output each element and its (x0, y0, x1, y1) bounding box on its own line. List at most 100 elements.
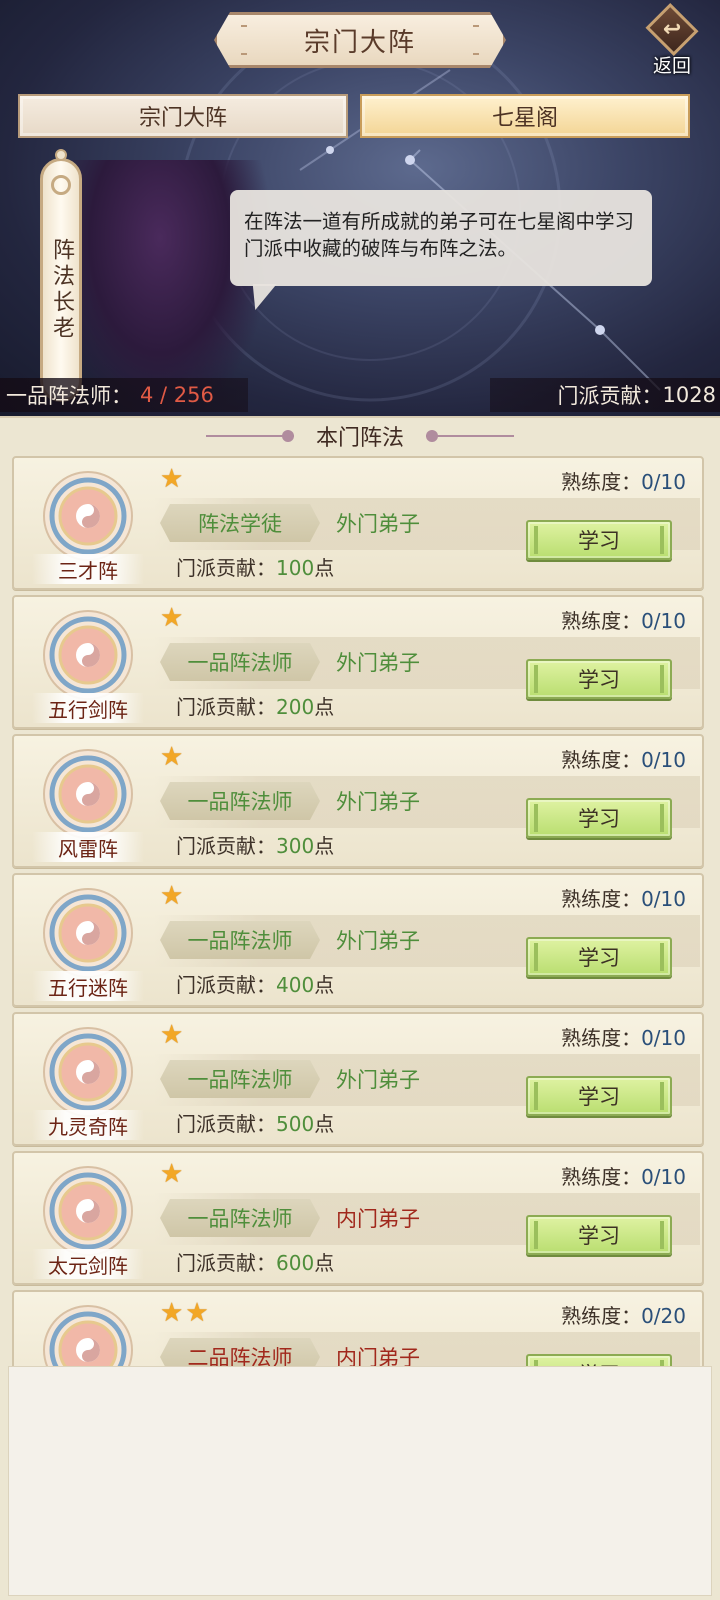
points-suffix: 点 (314, 695, 335, 719)
bottom-blank-area (8, 1366, 712, 1596)
formation-list[interactable]: 三才阵 ★ 熟练度：0/10 阵法学徒 外门弟子 门派贡献：100点 学习 五行剑阵 ★ 熟练度：… (12, 456, 704, 1396)
contribution-cost-label: 门派贡献： (176, 1112, 276, 1136)
contribution-stat: 门派贡献： 1028 (490, 378, 720, 412)
formation-panel: 本门阵法 三才阵 ★ 熟练度：0/10 阵法学徒 外门弟子 门派贡献：100点 学习 五行剑阵… (0, 416, 720, 1600)
proficiency-label: 熟练度： (561, 470, 642, 494)
proficiency-value: 0/10 (641, 887, 686, 911)
contribution-cost-label: 门派贡献： (176, 695, 276, 719)
contribution-cost-label: 门派贡献： (176, 556, 276, 580)
proficiency-label: 熟练度： (561, 1165, 642, 1189)
contribution-cost-value: 200 (276, 695, 315, 719)
formation-name: 五行迷阵 (32, 971, 144, 1001)
contribution-cost-value: 400 (276, 973, 315, 997)
disciple-requirement: 内门弟子 (336, 1207, 420, 1231)
formation-emblem-icon (42, 1026, 134, 1118)
star-icon: ★ (185, 1298, 209, 1328)
learn-button[interactable]: 学习 (526, 937, 672, 977)
star-icon: ★ (160, 1298, 184, 1328)
rank-requirement: 一品阵法师 (160, 643, 320, 681)
star-icon: ★ (160, 1159, 184, 1189)
rank-stat: 一品阵法师： 4 / 256 (0, 378, 248, 412)
star-icon: ★ (160, 603, 184, 633)
star-rating: ★ (160, 466, 183, 492)
panel-title: 本门阵法 (315, 426, 404, 451)
proficiency-label: 熟练度： (561, 887, 642, 911)
learn-button[interactable]: 学习 (526, 659, 672, 699)
tab-seven-star-pavilion[interactable]: 七星阁 (360, 94, 690, 138)
disciple-requirement: 外门弟子 (336, 790, 420, 814)
rank-requirement: 一品阵法师 (160, 1060, 320, 1098)
learn-button[interactable]: 学习 (526, 798, 672, 838)
page-title: 宗门大阵 (214, 12, 506, 68)
rank-requirement: 一品阵法师 (160, 782, 320, 820)
star-rating: ★ (160, 1161, 183, 1187)
formation-card[interactable]: 太元剑阵 ★ 熟练度：0/10 一品阵法师 内门弟子 门派贡献：600点 学习 (12, 1151, 704, 1285)
formation-emblem-icon (42, 1165, 134, 1257)
formation-name: 三才阵 (32, 554, 144, 584)
proficiency-label: 熟练度： (561, 1304, 642, 1328)
proficiency: 熟练度：0/10 (561, 1161, 686, 1190)
star-rating: ★ (160, 744, 183, 770)
points-suffix: 点 (314, 1251, 335, 1275)
points-suffix: 点 (314, 1112, 335, 1136)
contribution-cost: 门派贡献：500点 (176, 1108, 334, 1137)
contribution-cost-label: 门派贡献： (176, 1251, 276, 1275)
contribution-cost: 门派贡献：300点 (176, 830, 334, 859)
rank-label: 一品阵法师： (6, 384, 132, 408)
formation-card[interactable]: 五行迷阵 ★ 熟练度：0/10 一品阵法师 外门弟子 门派贡献：400点 学习 (12, 873, 704, 1007)
proficiency-value: 0/10 (641, 748, 686, 772)
formation-emblem-icon (42, 609, 134, 701)
npc-name: 阵法长老 (49, 238, 74, 342)
learn-button[interactable]: 学习 (526, 520, 672, 560)
proficiency: 熟练度：0/10 (561, 883, 686, 912)
contribution-cost-label: 门派贡献： (176, 834, 276, 858)
proficiency-label: 熟练度： (561, 748, 642, 772)
disciple-requirement: 外门弟子 (336, 512, 420, 536)
contribution-cost-value: 100 (276, 556, 315, 580)
swirl-icon (51, 175, 71, 195)
contribution-cost: 门派贡献：400点 (176, 969, 334, 998)
star-icon: ★ (160, 1020, 184, 1050)
proficiency-value: 0/10 (641, 609, 686, 633)
formation-name: 太元剑阵 (32, 1249, 144, 1279)
contribution-cost-label: 门派贡献： (176, 973, 276, 997)
tab-sect-formation[interactable]: 宗门大阵 (18, 94, 348, 138)
formation-card[interactable]: 五行剑阵 ★ 熟练度：0/10 一品阵法师 外门弟子 门派贡献：200点 学习 (12, 595, 704, 729)
proficiency-value: 0/10 (641, 470, 686, 494)
formation-emblem-icon (42, 748, 134, 840)
npc-name-scroll: 阵法长老 (40, 149, 82, 402)
disciple-requirement: 外门弟子 (336, 929, 420, 953)
rank-requirement: 一品阵法师 (160, 921, 320, 959)
formation-card[interactable]: 风雷阵 ★ 熟练度：0/10 一品阵法师 外门弟子 门派贡献：300点 学习 (12, 734, 704, 868)
star-rating: ★ (160, 883, 183, 909)
proficiency: 熟练度：0/10 (561, 605, 686, 634)
proficiency-label: 熟练度： (561, 1026, 642, 1050)
star-rating: ★ (160, 605, 183, 631)
contribution-cost-value: 600 (276, 1251, 315, 1275)
proficiency-value: 0/10 (641, 1165, 686, 1189)
back-button[interactable]: ↩ 返回 (636, 2, 708, 78)
disciple-requirement: 外门弟子 (336, 1068, 420, 1092)
rank-value: 4 / 256 (140, 383, 214, 407)
contribution-cost: 门派贡献：200点 (176, 691, 334, 720)
proficiency: 熟练度：0/10 (561, 744, 686, 773)
proficiency: 熟练度：0/10 (561, 1022, 686, 1051)
star-rating: ★ (160, 1022, 183, 1048)
points-suffix: 点 (314, 973, 335, 997)
learn-button[interactable]: 学习 (526, 1076, 672, 1116)
proficiency: 熟练度：0/20 (561, 1300, 686, 1329)
rank-requirement: 阵法学徒 (160, 504, 320, 542)
star-icon: ★ (160, 464, 184, 494)
formation-card[interactable]: 三才阵 ★ 熟练度：0/10 阵法学徒 外门弟子门派贡献：100点 学习 (12, 456, 704, 590)
points-suffix: 点 (314, 556, 335, 580)
star-icon: ★ (160, 881, 184, 911)
disciple-requirement: 外门弟子 (336, 651, 420, 675)
learn-button[interactable]: 学习 (526, 1215, 672, 1255)
star-icon: ★ (160, 742, 184, 772)
rank-requirement: 一品阵法师 (160, 1199, 320, 1237)
back-icon: ↩ (645, 2, 699, 57)
contribution-cost: 门派贡献：600点 (176, 1247, 334, 1276)
formation-emblem-icon (42, 887, 134, 979)
proficiency-value: 0/20 (641, 1304, 686, 1328)
formation-card[interactable]: 九灵奇阵 ★ 熟练度：0/10 一品阵法师 外门弟子 门派贡献：500点 学习 (12, 1012, 704, 1146)
